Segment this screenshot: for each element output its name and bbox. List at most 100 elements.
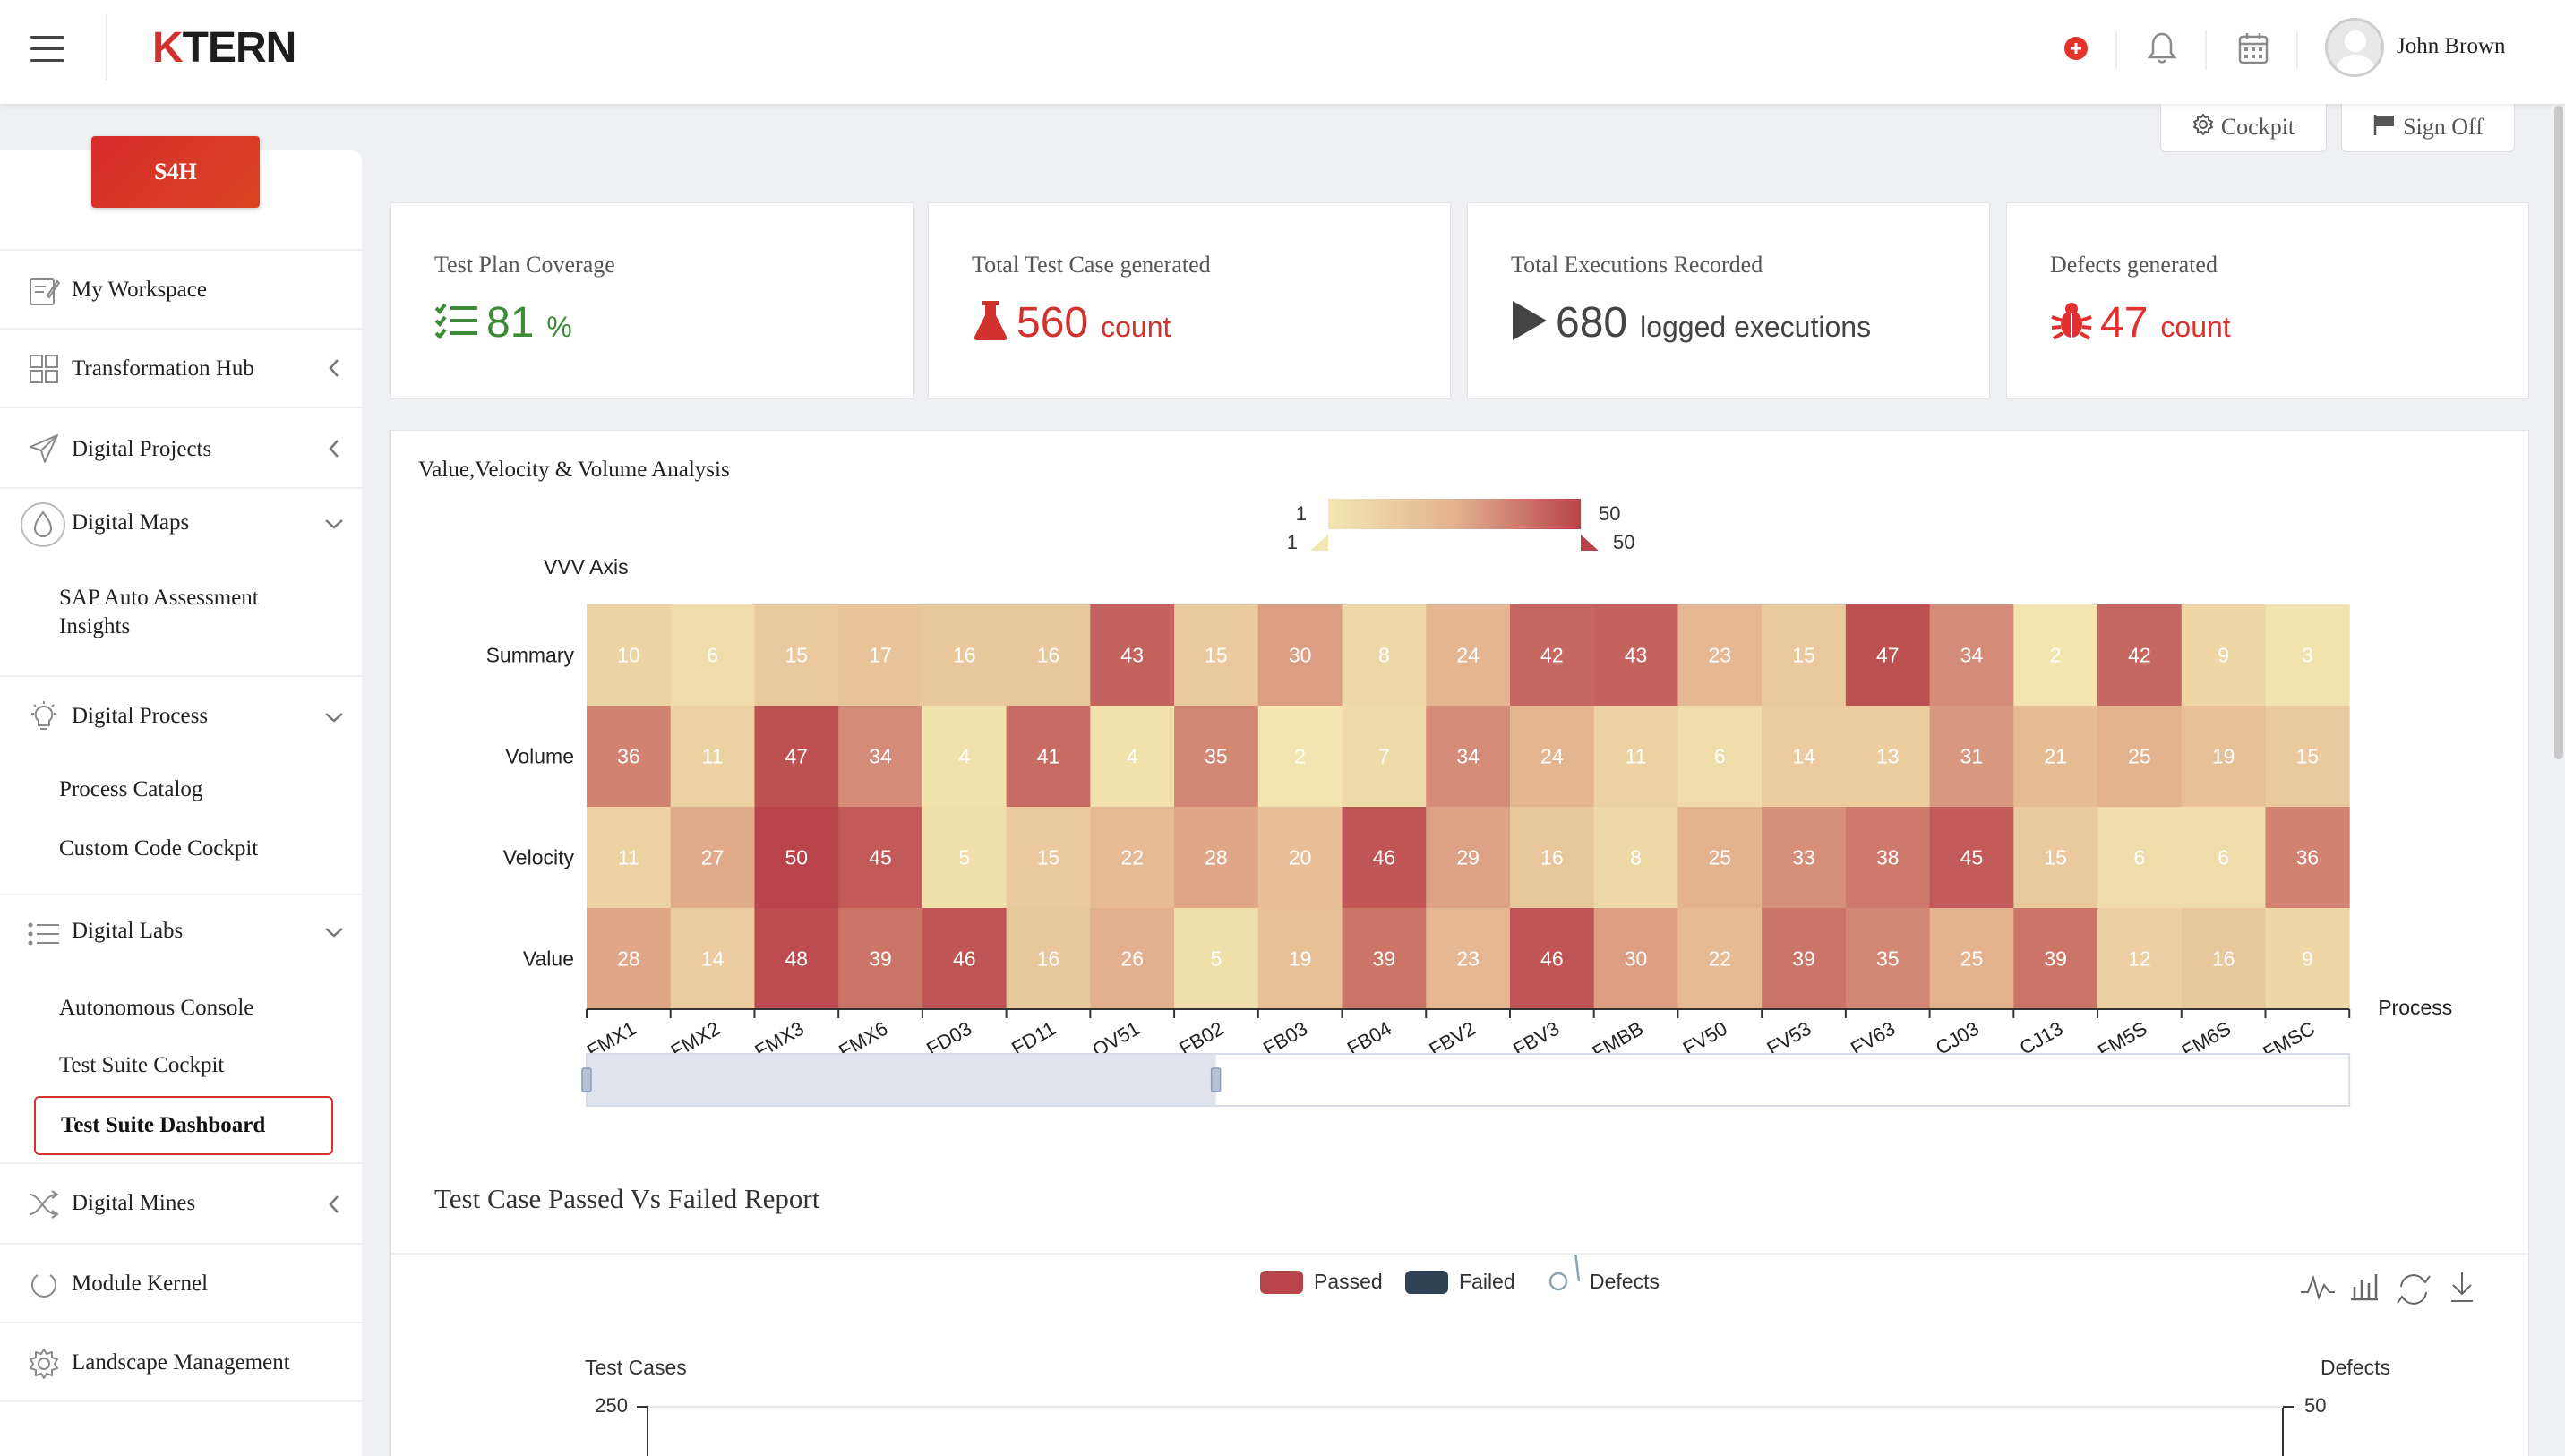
sidebar-item-landscape-management[interactable]: Landscape Management (0, 1322, 362, 1402)
heatmap-cell-value: 4 (1127, 745, 1138, 768)
heatmap-cell-value: 35 (1205, 745, 1228, 768)
heatmap-cell-value: 16 (1037, 644, 1060, 667)
visual-map-max-label: 50 (1599, 502, 1620, 525)
heatmap-cell-value: 34 (1456, 745, 1480, 768)
heatmap-cell-value: 47 (1876, 644, 1900, 667)
sidebar-item-module-kernel[interactable]: Module Kernel (0, 1243, 362, 1322)
kpi-card-total-executions: Total Executions Recorded 680 logged exe… (1467, 202, 1990, 399)
heatmap-cell-value: 2 (2050, 644, 2062, 667)
chevron-down-icon (322, 921, 346, 944)
passed-failed-chart: Passed Failed Defects Test Cases Defects 250 5… (585, 1255, 2473, 1456)
heatmap-cell-value: 11 (702, 745, 724, 768)
menu-icon[interactable] (30, 36, 64, 63)
flask-icon (972, 299, 1009, 347)
legend-label: Defects (1590, 1270, 1660, 1293)
bell-icon[interactable] (2140, 27, 2183, 70)
heatmap-cell-value: 14 (1792, 745, 1815, 768)
heatmap-cell-value: 5 (958, 846, 970, 869)
sidebar-item-digital-projects[interactable]: Digital Projects (0, 407, 362, 487)
heatmap-cell-value: 17 (869, 644, 892, 667)
sidebar-item-label: My Workspace (72, 278, 207, 302)
heatmap-cell-value: 41 (1037, 745, 1060, 768)
heatmap-cell-value: 15 (785, 644, 809, 667)
heatmap-cell-value: 30 (1625, 947, 1648, 971)
kpi-title: Total Test Case generated (972, 252, 1211, 278)
heatmap-cell-value: 50 (785, 846, 809, 869)
sidebar-item-label: Digital Process (72, 704, 209, 728)
sign-off-button[interactable]: Sign Off (2341, 102, 2515, 152)
sidebar-item-digital-process[interactable]: Digital Process Process Catalog Custom C… (0, 675, 362, 894)
scrollbar[interactable] (2554, 106, 2563, 759)
heatmap-cell-value: 33 (1792, 846, 1815, 869)
sidebar-item-my-workspace[interactable]: My Workspace (0, 249, 362, 328)
submenu-autonomous-console[interactable]: Autonomous Console (59, 996, 253, 1021)
add-circle-icon[interactable] (2055, 27, 2097, 70)
visual-map-bar (1328, 499, 1581, 529)
submenu-test-suite-dashboard[interactable]: Test Suite Dashboard (34, 1096, 333, 1155)
heatmap-cell-value: 6 (1714, 745, 1726, 768)
heatmap-cell-value: 12 (2128, 947, 2151, 971)
chevron-down-icon (322, 512, 346, 535)
edit-icon (27, 273, 61, 307)
heatmap-cell-value: 6 (2218, 846, 2229, 869)
heatmap-cell-value: 45 (869, 846, 892, 869)
submenu-sap-auto-assessment[interactable]: SAP Auto Assessment (59, 586, 259, 611)
legend-swatch (1260, 1271, 1303, 1294)
submenu-process-catalog[interactable]: Process Catalog (59, 777, 202, 802)
heatmap-cell-value: 8 (1630, 846, 1642, 869)
divider (2296, 30, 2298, 70)
heatmap-cell-value: 15 (2296, 745, 2320, 768)
gear-icon (27, 1347, 61, 1381)
heatmap-cell-value: 15 (1792, 644, 1815, 667)
divider (106, 14, 107, 81)
chevron-down-icon (322, 706, 346, 729)
sidebar-item-digital-maps[interactable]: Digital Maps SAP Auto Assessment Insight… (0, 487, 362, 675)
sidebar-item-digital-labs[interactable]: Digital Labs Autonomous Console Test Sui… (0, 894, 362, 1162)
heatmap-cell-value: 39 (1373, 947, 1396, 971)
heatmap-cell-value: 22 (1708, 947, 1731, 971)
bulb-icon (27, 700, 61, 734)
heatmap-cell-value: 24 (1456, 644, 1480, 667)
heatmap-cell-value: 23 (1708, 644, 1731, 667)
power-icon (27, 1267, 61, 1301)
user-name[interactable]: John Brown (2397, 34, 2506, 59)
logo[interactable]: KTERN (152, 23, 296, 73)
drop-icon (20, 501, 66, 548)
legend-defects-marker (1548, 1272, 1568, 1291)
y-tick-label: Summary (486, 644, 575, 667)
heatmap-cell-value: 39 (1792, 947, 1815, 971)
heatmap-cell-value: 30 (1289, 644, 1312, 667)
heatmap-cell-value: 19 (2212, 745, 2235, 768)
sidebar-item-label: Module Kernel (72, 1272, 209, 1296)
flag-icon (2372, 113, 2396, 142)
heatmap-cell-value: 42 (1540, 644, 1564, 667)
legend-label: Passed (1314, 1270, 1383, 1293)
submenu-sap-auto-assessment-line2[interactable]: Insights (59, 614, 130, 639)
kpi-card-total-test-case: Total Test Case generated 560 count (928, 202, 1451, 399)
sidebar-item-label: Digital Maps (72, 510, 190, 535)
kpi-value: 560 count (972, 298, 1171, 347)
heatmap-cell-value: 16 (2212, 947, 2235, 971)
heatmap-cell-value: 34 (1960, 644, 1984, 667)
heatmap-cell-value: 24 (1540, 745, 1564, 768)
sidebar-item-label: Landscape Management (72, 1350, 290, 1375)
calendar-icon[interactable] (2232, 27, 2275, 70)
heatmap-cell-value: 15 (2044, 846, 2067, 869)
kpi-value: 47 count (2050, 298, 2231, 347)
sidebar-item-label: Transformation Hub (72, 356, 254, 381)
avatar[interactable] (2325, 18, 2384, 77)
submenu-test-suite-cockpit[interactable]: Test Suite Cockpit (59, 1053, 224, 1078)
submenu-custom-code-cockpit[interactable]: Custom Code Cockpit (59, 836, 258, 861)
sidebar-item-label: Digital Labs (72, 919, 184, 943)
heatmap-cell-value: 28 (1205, 846, 1228, 869)
sidebar-item-digital-mines[interactable]: Digital Mines (0, 1162, 362, 1243)
shuffle-icon (27, 1187, 61, 1221)
heatmap-cell-value: 15 (1037, 846, 1060, 869)
kpi-value: 81 % (434, 298, 572, 347)
sidebar-item-transformation-hub[interactable]: Transformation Hub (0, 328, 362, 407)
y-axis-label: VVV Axis (544, 555, 629, 578)
s4h-button[interactable]: S4H (91, 136, 260, 208)
heatmap-cell-value: 29 (1456, 846, 1480, 869)
cockpit-button[interactable]: Cockpit (2160, 102, 2327, 152)
y2-axis-label: Defects (2321, 1356, 2390, 1379)
